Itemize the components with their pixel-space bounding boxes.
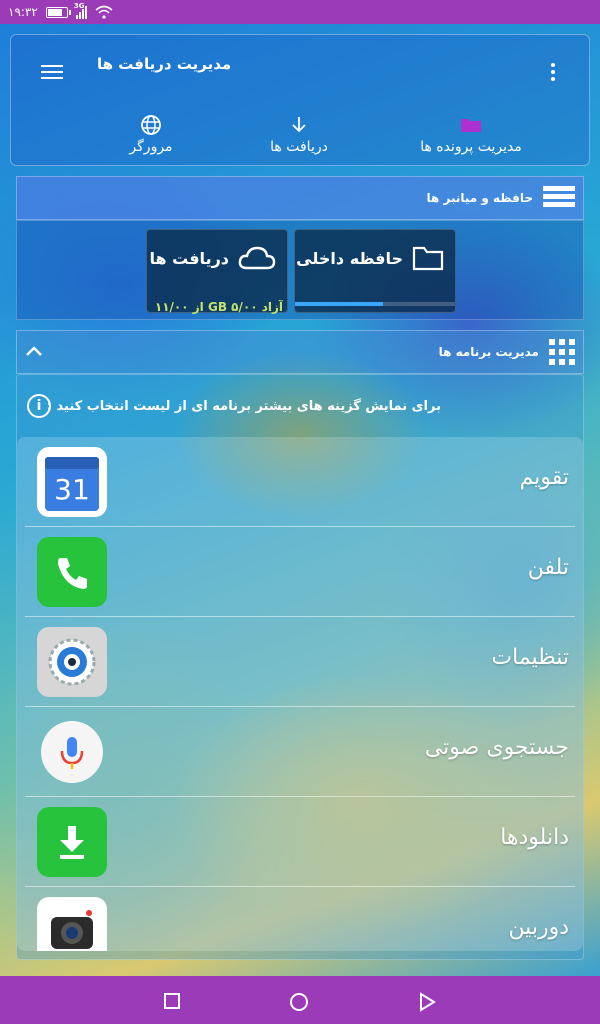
tab-label: مدیریت پرونده ها (420, 139, 522, 155)
settings-icon (37, 627, 107, 697)
svg-text:31: 31 (54, 473, 90, 506)
more-options-icon[interactable] (551, 63, 559, 84)
tab-label: مرورگر (129, 139, 173, 155)
phone-icon (37, 537, 107, 607)
apps-grid-icon (549, 339, 575, 365)
info-row: i برای نمایش گزینه های بیشتر برنامه ای ا… (17, 391, 583, 421)
app-list: 31 تقویم تلفن تنظیمات جستجوی صوتی دانلود… (17, 437, 583, 951)
app-name: تقویم (519, 465, 569, 490)
apps-panel: i برای نمایش گزینه های بیشتر برنامه ای ا… (16, 374, 584, 960)
list-item-settings[interactable]: تنظیمات (25, 617, 575, 707)
info-text: برای نمایش گزینه های بیشتر برنامه ای از … (46, 398, 441, 414)
globe-icon (141, 115, 161, 135)
list-item-phone[interactable]: تلفن (25, 527, 575, 617)
battery-icon (45, 6, 71, 18)
list-item-calendar[interactable]: 31 تقویم (25, 437, 575, 527)
list-item-camera[interactable]: دوربین (25, 887, 575, 951)
section-title: مدیریت برنامه ها (438, 345, 539, 359)
list-item-downloads[interactable]: دانلودها (25, 797, 575, 887)
tab-file-manager[interactable]: مدیریت پرونده ها (401, 113, 541, 155)
storage-shortcuts: حافظه داخلی دریافت ها آزاد ۵/۰۰ GB از ۱۱… (16, 220, 584, 320)
recent-apps-icon[interactable] (163, 992, 181, 1010)
download-arrow-icon (292, 117, 306, 133)
back-icon[interactable] (418, 992, 436, 1012)
app-name: دوربین (508, 915, 569, 940)
downloads-storage-button[interactable]: دریافت ها آزاد ۵/۰۰ GB از ۱۱/۰۰ (146, 229, 288, 314)
storage-section-header: حافظه و میانبر ها (16, 176, 584, 220)
list-item-voice-search[interactable]: جستجوی صوتی (25, 707, 575, 797)
downloads-storage-label: دریافت ها (149, 248, 229, 268)
downloads-free-space: آزاد ۵/۰۰ GB از ۱۱/۰۰ (154, 300, 283, 314)
cloud-icon (238, 246, 276, 270)
status-bar: ۱۹:۳۲ 3G (0, 0, 600, 24)
menu-icon[interactable] (41, 65, 63, 83)
list-icon (543, 186, 575, 210)
calendar-icon: 31 (37, 447, 107, 517)
navigation-bar (0, 976, 600, 1024)
downloads-icon (37, 807, 107, 877)
folder-icon (461, 119, 481, 132)
app-name: تلفن (527, 555, 569, 580)
app-name: جستجوی صوتی (424, 735, 569, 760)
tab-browser[interactable]: مرورگر (101, 113, 201, 155)
tab-downloads[interactable]: دریافت ها (249, 113, 349, 155)
section-title: حافظه و میانبر ها (426, 191, 534, 205)
app-name: تنظیمات (491, 645, 569, 670)
apps-section-header[interactable]: مدیریت برنامه ها (16, 330, 584, 374)
wifi-icon (95, 5, 113, 19)
home-icon[interactable] (289, 992, 309, 1012)
tab-label: دریافت ها (270, 139, 328, 155)
internal-storage-label: حافظه داخلی (296, 248, 403, 268)
app-header: مدیریت دریافت ها مرورگر دریافت ها مدیریت… (10, 34, 590, 166)
app-name: دانلودها (500, 825, 569, 850)
status-time: ۱۹:۳۲ (8, 5, 38, 19)
internal-storage-button[interactable]: حافظه داخلی (294, 229, 456, 313)
camera-icon (37, 897, 107, 951)
storage-usage-bar (295, 302, 455, 306)
signal-icon: 3G (73, 2, 87, 19)
chevron-up-icon[interactable] (25, 345, 43, 357)
network-type: 3G (73, 2, 85, 10)
mic-icon (37, 717, 107, 787)
page-title: مدیریت دریافت ها (97, 55, 232, 73)
folder-outline-icon (412, 246, 444, 271)
